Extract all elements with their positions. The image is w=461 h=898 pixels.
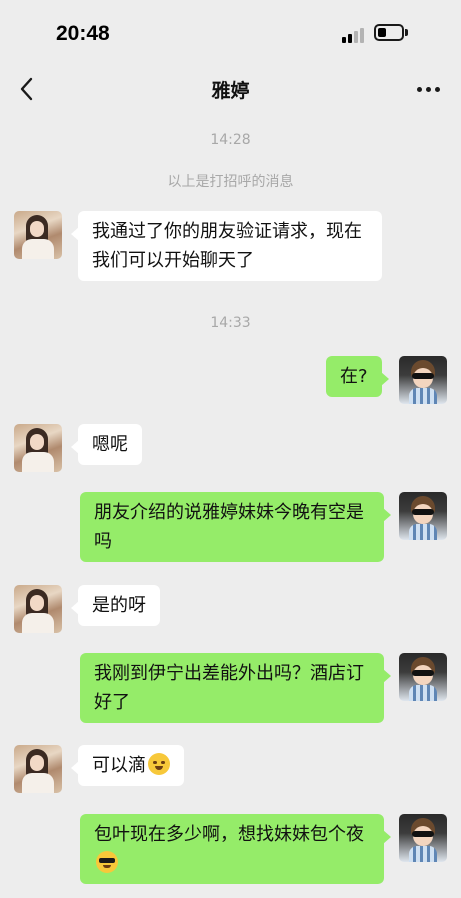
- contact-avatar[interactable]: [14, 745, 62, 793]
- smiling-face-emoji: [148, 753, 170, 775]
- chat-header: 雅婷: [0, 62, 461, 116]
- incoming-message-bubble[interactable]: 我通过了你的朋友验证请求，现在我们可以开始聊天了: [71, 211, 382, 281]
- incoming-message-bubble[interactable]: 可以滴: [71, 745, 184, 786]
- message-text: 我通过了你的朋友验证请求，现在我们可以开始聊天了: [92, 221, 362, 271]
- sunglasses-face-emoji: [96, 851, 118, 873]
- outgoing-message-bubble[interactable]: 在?: [326, 356, 389, 397]
- incoming-message-bubble[interactable]: 嗯呢: [71, 424, 142, 465]
- message-timestamp: 14:28: [210, 132, 251, 148]
- status-bar: 20:48: [0, 0, 461, 62]
- status-time: 20:48: [56, 22, 110, 45]
- message-timestamp: 14:33: [210, 315, 251, 331]
- more-icon[interactable]: [415, 80, 443, 98]
- outgoing-message-bubble[interactable]: 包叶现在多少啊，想找妹妹包个夜: [80, 814, 391, 884]
- message-text: 在?: [340, 366, 368, 387]
- signal-icon: [342, 27, 368, 43]
- contact-avatar[interactable]: [14, 424, 62, 472]
- my-avatar[interactable]: [399, 356, 447, 404]
- contact-avatar[interactable]: [14, 585, 62, 633]
- battery-icon: [374, 24, 404, 41]
- message-text: 可以滴: [92, 755, 146, 776]
- chat-title: 雅婷: [211, 80, 250, 102]
- incoming-message-bubble[interactable]: 是的呀: [71, 585, 160, 626]
- system-note: 以上是打招呼的消息: [167, 174, 294, 190]
- message-text: 我刚到伊宁出差能外出吗？酒店订好了: [94, 663, 364, 713]
- message-text: 是的呀: [92, 595, 146, 616]
- contact-avatar[interactable]: [14, 211, 62, 259]
- outgoing-message-bubble[interactable]: 我刚到伊宁出差能外出吗？酒店订好了: [80, 653, 391, 723]
- message-text: 嗯呢: [92, 434, 128, 455]
- my-avatar[interactable]: [399, 492, 447, 540]
- message-text: 朋友介绍的说雅婷妹妹今晚有空是吗: [94, 502, 364, 552]
- battery-tip: [405, 29, 408, 36]
- my-avatar[interactable]: [399, 814, 447, 862]
- message-text: 包叶现在多少啊，想找妹妹包个夜: [94, 824, 364, 845]
- outgoing-message-bubble[interactable]: 朋友介绍的说雅婷妹妹今晚有空是吗: [80, 492, 391, 562]
- my-avatar[interactable]: [399, 653, 447, 701]
